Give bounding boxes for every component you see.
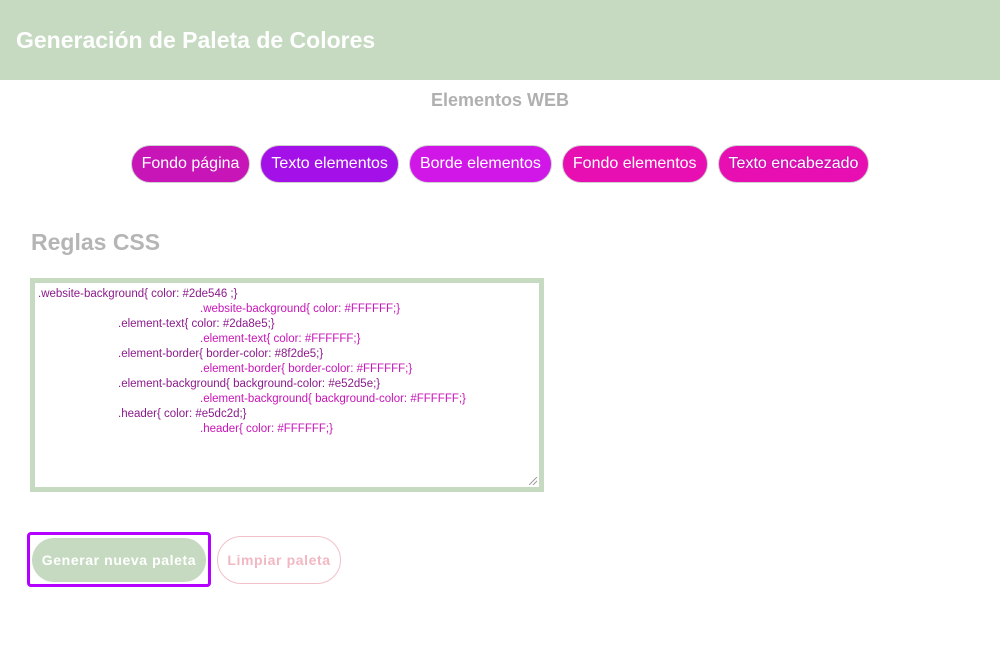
resize-handle-icon[interactable] [529,477,537,485]
chip-label: Texto elementos [271,155,388,172]
css-rule-line: .element-background{ background-color: #… [200,393,466,405]
chip-texto-encabezado[interactable]: Texto encabezado [717,145,870,183]
action-buttons: Generar nueva paleta Limpiar paleta [27,532,341,587]
css-rules-title: Reglas CSS [31,229,161,255]
chip-label: Borde elementos [419,155,541,172]
chip-label: Fondo elementos [572,155,697,172]
css-rule-line: .element-border{ border-color: #8f2de5;} [118,348,324,360]
css-rules-textarea[interactable]: .website-background{ color: #2de546 ;} .w… [30,278,544,492]
css-rule-line: .header{ color: #FFFFFF;} [200,423,333,435]
css-rule-line: .element-text{ color: #2da8e5;} [118,318,275,330]
section-title: Elementos WEB [430,90,570,110]
chip-fondo-elementos[interactable]: Fondo elementos [561,145,708,183]
chip-label: Fondo página [141,155,240,172]
css-rule-line: .element-background{ background-color: #… [118,378,381,390]
css-rules-content: .website-background{ color: #2de546 ;} .w… [38,287,536,437]
css-rule-line: .header{ color: #e5dc2d;} [118,408,247,420]
chip-fondo-pagina[interactable]: Fondo página [130,145,251,183]
generate-palette-button[interactable]: Generar nueva paleta [32,537,206,582]
chip-texto-elementos[interactable]: Texto elementos [260,145,399,183]
web-elements-chips: Fondo página Texto elementos Borde eleme… [0,145,1000,185]
css-rule-line: .element-border{ border-color: #FFFFFF;} [200,363,413,375]
css-rule-line: .element-text{ color: #FFFFFF;} [200,333,361,345]
clear-palette-button[interactable]: Limpiar paleta [217,535,341,584]
page-title: Generación de Paleta de Colores [16,26,376,53]
css-rule-line: .website-background{ color: #FFFFFF;} [200,303,401,315]
css-rule-line: .website-background{ color: #2de546 ;} [38,288,238,300]
chip-label: Texto encabezado [728,155,859,172]
app-header: Generación de Paleta de Colores [0,0,1000,80]
focus-ring: Generar nueva paleta [27,532,211,587]
chip-borde-elementos[interactable]: Borde elementos [408,145,552,183]
